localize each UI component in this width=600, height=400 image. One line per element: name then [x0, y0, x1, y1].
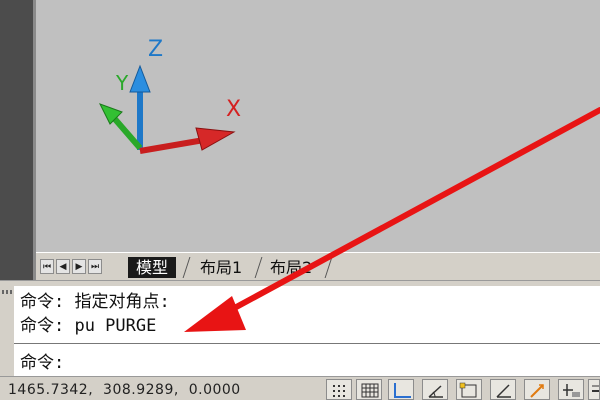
layout-tab-bar: ⏮ ◀ ▶ ⏭ 模型 布局1 布局2	[36, 252, 600, 281]
y-axis-label: Y	[115, 71, 129, 95]
status-bar: 1465.7342, 308.9289, 0.0000	[0, 376, 600, 400]
grid-toggle-button[interactable]	[356, 379, 382, 400]
dyn-input-button[interactable]	[558, 379, 584, 400]
object-track-button[interactable]	[490, 379, 516, 400]
snap-toggle-button[interactable]	[326, 379, 352, 400]
object-snap-button[interactable]	[456, 379, 482, 400]
model-viewport[interactable]: Z Y X	[36, 0, 600, 252]
first-tab-button[interactable]: ⏮	[40, 259, 54, 274]
ucs-icon: Z Y X	[98, 37, 241, 154]
ortho-icon	[394, 383, 411, 398]
polar-icon	[428, 385, 443, 398]
lineweight-icon	[592, 385, 599, 392]
next-tab-button[interactable]: ▶	[72, 259, 86, 274]
coordinate-readout: 1465.7342, 308.9289, 0.0000	[8, 382, 241, 398]
object-track-icon	[496, 384, 511, 398]
prev-tab-button[interactable]: ◀	[56, 259, 70, 274]
tab-layout1[interactable]: 布局1	[192, 257, 250, 278]
grid-icon	[361, 383, 379, 398]
command-window-grip[interactable]	[0, 286, 14, 376]
dyn-input-icon	[563, 384, 580, 397]
ducs-icon	[530, 384, 544, 398]
ucs-y-axis	[98, 103, 143, 150]
ortho-toggle-button[interactable]	[388, 379, 414, 400]
ducs-button[interactable]	[524, 379, 550, 400]
tab-model[interactable]: 模型	[128, 257, 177, 278]
tab-layout2[interactable]: 布局2	[262, 257, 320, 278]
object-snap-icon	[459, 382, 477, 398]
left-frame	[0, 0, 36, 282]
x-axis-label: X	[226, 97, 241, 122]
command-window[interactable]: 命令: 指定对角点: 命令: pu PURGE 命令:	[0, 286, 600, 376]
ucs-x-axis	[139, 127, 236, 154]
snap-icon	[333, 385, 345, 397]
polar-toggle-button[interactable]	[422, 379, 448, 400]
last-tab-button[interactable]: ⏭	[88, 259, 102, 274]
command-history-line: 命令: 指定对角点:	[20, 292, 170, 312]
autocad-window: Z Y X ⏮ ◀ ▶ ⏭ 模型 布局1 布局2 命令: 指定对角点: 命令: …	[0, 0, 600, 400]
command-prompt[interactable]: 命令:	[20, 348, 64, 373]
lineweight-button[interactable]	[588, 379, 600, 400]
command-history-line: 命令: pu PURGE	[20, 316, 157, 336]
z-axis-label: Z	[148, 37, 163, 62]
